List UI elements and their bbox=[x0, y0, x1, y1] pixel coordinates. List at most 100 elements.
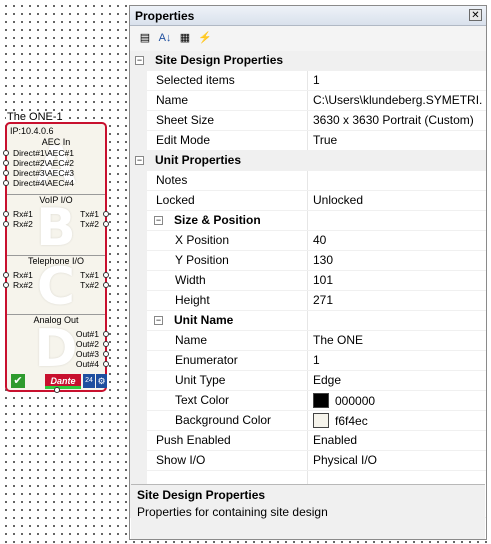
property-pages-icon[interactable]: ▦ bbox=[176, 30, 194, 46]
check-icon[interactable]: ✔ bbox=[11, 374, 25, 388]
section-title: Analog Out bbox=[33, 315, 79, 325]
property-value-cell[interactable]: 101 bbox=[313, 273, 483, 287]
network-node[interactable] bbox=[54, 387, 60, 393]
property-row[interactable]: Unit Type Edge bbox=[130, 371, 486, 391]
column-splitter[interactable] bbox=[307, 331, 308, 350]
column-splitter[interactable] bbox=[307, 71, 308, 90]
property-row[interactable]: Background Color f6f4ec bbox=[130, 411, 486, 431]
property-value-cell[interactable]: 000000 bbox=[313, 393, 483, 408]
column-splitter[interactable] bbox=[307, 131, 308, 150]
input-pin-node[interactable] bbox=[3, 221, 9, 227]
column-splitter[interactable] bbox=[307, 251, 308, 270]
property-row[interactable]: Enumerator 1 bbox=[130, 351, 486, 371]
output-pin-node[interactable] bbox=[103, 341, 109, 347]
property-value-cell[interactable]: Unlocked bbox=[313, 193, 483, 207]
input-pin-node[interactable] bbox=[3, 211, 9, 217]
property-value-cell[interactable]: 271 bbox=[313, 293, 483, 307]
property-value-cell[interactable]: Physical I/O bbox=[313, 453, 483, 467]
property-value-cell[interactable]: 3630 x 3630 Portrait (Custom) bbox=[313, 113, 483, 127]
property-name: Push Enabled bbox=[156, 433, 231, 447]
property-name: Text Color bbox=[175, 393, 230, 407]
sort-alphabetical-icon[interactable]: A↓ bbox=[156, 30, 174, 46]
column-splitter[interactable] bbox=[307, 371, 308, 390]
output-pin-node[interactable] bbox=[103, 272, 109, 278]
input-pin-label: Direct#1\AEC#1 bbox=[13, 148, 74, 158]
property-value-cell[interactable]: Enabled bbox=[313, 433, 483, 447]
property-row[interactable]: Edit Mode True bbox=[130, 131, 486, 151]
property-name: Width bbox=[175, 273, 206, 287]
property-value-cell[interactable]: 1 bbox=[313, 73, 483, 87]
property-subcategory[interactable]: − Unit Name bbox=[130, 311, 486, 331]
output-pin-node[interactable] bbox=[103, 211, 109, 217]
output-pin-node[interactable] bbox=[103, 282, 109, 288]
collapse-icon[interactable]: − bbox=[135, 156, 144, 165]
settings-icon[interactable]: ⚙ bbox=[96, 374, 107, 388]
grid-gutter bbox=[130, 231, 147, 250]
property-row[interactable]: Sheet Size 3630 x 3630 Portrait (Custom) bbox=[130, 111, 486, 131]
events-lightning-icon[interactable]: ⚡ bbox=[196, 30, 214, 46]
categorized-icon[interactable]: ▤ bbox=[136, 30, 154, 46]
property-row[interactable]: Height 271 bbox=[130, 291, 486, 311]
property-row[interactable]: Width 101 bbox=[130, 271, 486, 291]
collapse-icon[interactable]: − bbox=[154, 316, 163, 325]
column-splitter[interactable] bbox=[307, 451, 308, 470]
output-pin-node[interactable] bbox=[103, 351, 109, 357]
property-value-cell[interactable]: 40 bbox=[313, 233, 483, 247]
input-pin-node[interactable] bbox=[3, 170, 9, 176]
property-row[interactable]: Locked Unlocked bbox=[130, 191, 486, 211]
output-pin-node[interactable] bbox=[103, 331, 109, 337]
color-swatch[interactable] bbox=[313, 413, 329, 428]
property-category[interactable]: − Site Design Properties bbox=[130, 51, 486, 71]
property-row[interactable]: Push Enabled Enabled bbox=[130, 431, 486, 451]
output-pin-label: Tx#2 bbox=[80, 219, 99, 229]
property-value-cell[interactable]: 130 bbox=[313, 253, 483, 267]
color-swatch[interactable] bbox=[313, 393, 329, 408]
property-value-cell[interactable]: C:\Users\klundeberg.SYMETRI... bbox=[313, 93, 483, 107]
column-splitter[interactable] bbox=[307, 171, 308, 190]
property-row[interactable]: Y Position 130 bbox=[130, 251, 486, 271]
property-row[interactable]: Name C:\Users\klundeberg.SYMETRI... bbox=[130, 91, 486, 111]
property-value-cell[interactable]: 1 bbox=[313, 353, 483, 367]
property-row[interactable]: Text Color 000000 bbox=[130, 391, 486, 411]
column-splitter[interactable] bbox=[307, 351, 308, 370]
column-splitter[interactable] bbox=[307, 311, 308, 330]
property-value-cell[interactable]: True bbox=[313, 133, 483, 147]
property-value: The ONE bbox=[313, 333, 364, 347]
grid-gutter bbox=[130, 331, 147, 350]
property-value: 000000 bbox=[335, 394, 376, 408]
property-name: Selected items bbox=[156, 73, 235, 87]
property-row[interactable]: Show I/O Physical I/O bbox=[130, 451, 486, 471]
property-row[interactable]: Name The ONE bbox=[130, 331, 486, 351]
input-pin-node[interactable] bbox=[3, 160, 9, 166]
output-pin-node[interactable] bbox=[103, 361, 109, 367]
column-splitter[interactable] bbox=[307, 271, 308, 290]
property-row[interactable]: X Position 40 bbox=[130, 231, 486, 251]
property-row[interactable]: Notes bbox=[130, 171, 486, 191]
the-one-unit-block[interactable]: IP:10.4.0.6 A AEC In Direct#1\AEC#1 Direct#… bbox=[3, 122, 109, 393]
input-pin-node[interactable] bbox=[3, 272, 9, 278]
input-pin-label: Rx#1 bbox=[13, 270, 33, 280]
property-category[interactable]: − Unit Properties bbox=[130, 151, 486, 171]
property-name: Name bbox=[175, 333, 208, 347]
collapse-icon[interactable]: − bbox=[135, 56, 144, 65]
column-splitter[interactable] bbox=[307, 91, 308, 110]
column-splitter[interactable] bbox=[307, 231, 308, 250]
column-splitter[interactable] bbox=[307, 391, 308, 410]
column-splitter[interactable] bbox=[307, 111, 308, 130]
property-value-cell[interactable]: f6f4ec bbox=[313, 413, 483, 428]
property-row[interactable]: Selected items 1 bbox=[130, 71, 486, 91]
close-icon[interactable]: ✕ bbox=[469, 9, 482, 21]
property-subcategory[interactable]: − Size & Position bbox=[130, 211, 486, 231]
property-value-cell[interactable]: Edge bbox=[313, 373, 483, 387]
column-splitter[interactable] bbox=[307, 291, 308, 310]
input-pin-node[interactable] bbox=[3, 150, 9, 156]
collapse-icon[interactable]: − bbox=[154, 216, 163, 225]
column-splitter[interactable] bbox=[307, 411, 308, 430]
property-value-cell[interactable]: The ONE bbox=[313, 333, 483, 347]
input-pin-node[interactable] bbox=[3, 282, 9, 288]
column-splitter[interactable] bbox=[307, 211, 308, 230]
column-splitter[interactable] bbox=[307, 431, 308, 450]
output-pin-node[interactable] bbox=[103, 221, 109, 227]
input-pin-node[interactable] bbox=[3, 180, 9, 186]
column-splitter[interactable] bbox=[307, 191, 308, 210]
